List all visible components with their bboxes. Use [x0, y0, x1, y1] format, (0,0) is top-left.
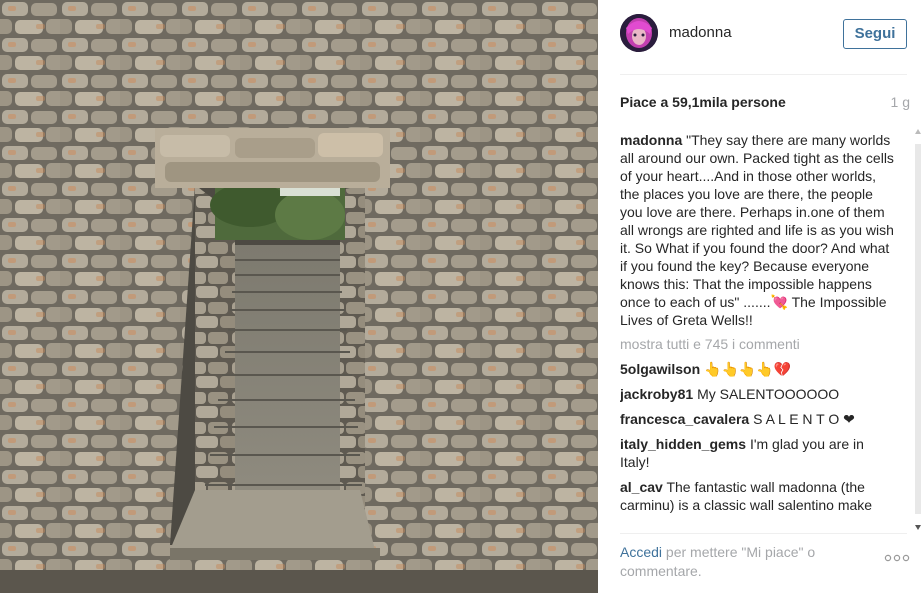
- scroll-thumb[interactable]: [915, 144, 921, 514]
- post-header: madonna Segui: [598, 0, 923, 74]
- post-username[interactable]: madonna: [669, 24, 732, 41]
- comment-username[interactable]: jackroby81: [620, 386, 693, 402]
- comment-username[interactable]: italy_hidden_gems: [620, 436, 746, 452]
- comments-list[interactable]: madonna "They say there are many worlds …: [620, 129, 897, 530]
- ellipsis-icon: [884, 554, 910, 562]
- avatar[interactable]: [620, 14, 658, 52]
- comment-text: S A L E N T O ❤: [753, 411, 855, 427]
- comments-scrollbar[interactable]: [915, 129, 921, 530]
- comment-text: My SALENTOOOOOO: [697, 386, 840, 402]
- comment-username[interactable]: al_cav: [620, 479, 663, 495]
- comment-username[interactable]: francesca_cavalera: [620, 411, 749, 427]
- likes-count[interactable]: Piace a 59,1mila persone: [620, 94, 786, 110]
- comment-item: al_cav The fantastic wall madonna (the c…: [620, 478, 897, 514]
- post-time[interactable]: 1 g: [891, 94, 910, 110]
- caption-text: "They say there are many worlds all arou…: [620, 132, 894, 328]
- comment-username[interactable]: 5olgawilson: [620, 361, 700, 377]
- post-photo[interactable]: [0, 0, 598, 593]
- login-prompt: Accedi per mettere "Mi piace" o commenta…: [620, 543, 830, 581]
- scroll-down-arrow-icon[interactable]: [915, 525, 921, 530]
- header-divider: [620, 74, 907, 75]
- likes-row: Piace a 59,1mila persone 1 g: [620, 94, 910, 114]
- show-all-comments-link[interactable]: mostra tutti e 745 i commenti: [620, 335, 897, 353]
- scroll-up-arrow-icon[interactable]: [915, 129, 921, 134]
- comment-item: 5olgawilson 👆👆👆👆💔: [620, 360, 897, 378]
- comment-item: francesca_cavalera S A L E N T O ❤: [620, 410, 897, 428]
- login-link[interactable]: Accedi: [620, 544, 662, 560]
- post-caption: madonna "They say there are many worlds …: [620, 131, 897, 329]
- post-details-panel: madonna Segui Piace a 59,1mila persone 1…: [598, 0, 923, 593]
- user-avatar-icon: [620, 14, 658, 52]
- footer-divider: [620, 533, 907, 534]
- comment-item: jackroby81 My SALENTOOOOOO: [620, 385, 897, 403]
- caption-username[interactable]: madonna: [620, 132, 682, 148]
- more-options-icon[interactable]: [883, 552, 911, 568]
- stone-wall-archway-image: [0, 0, 598, 593]
- comment-text: 👆👆👆👆💔: [704, 361, 792, 377]
- comment-item: italy_hidden_gems I'm glad you are in It…: [620, 435, 897, 471]
- follow-button[interactable]: Segui: [843, 19, 907, 49]
